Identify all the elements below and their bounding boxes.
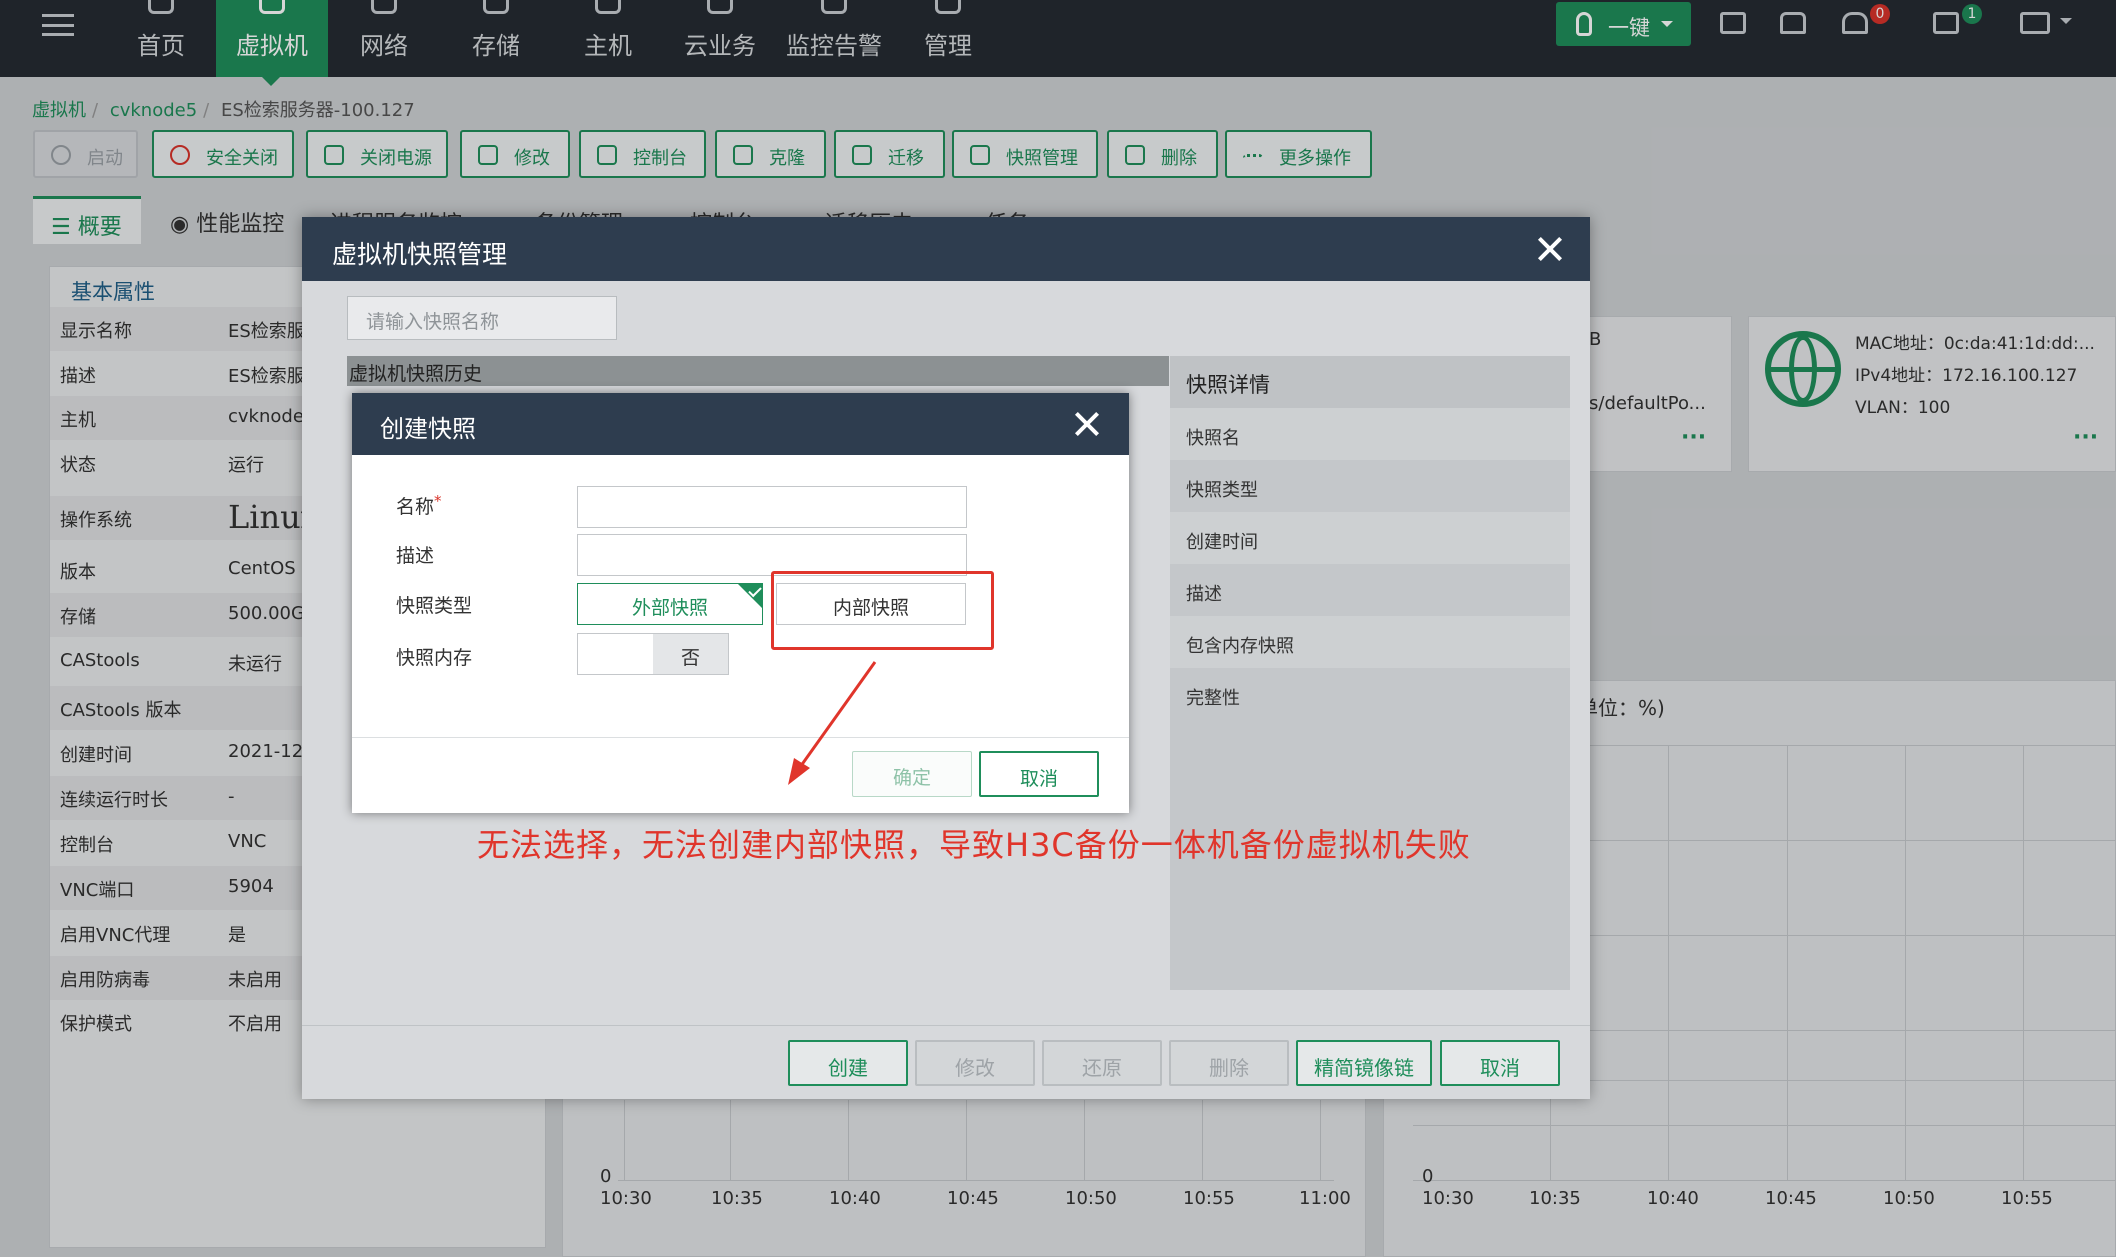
close-icon[interactable] [1538,237,1562,261]
dialog-header: 创建快照 [352,393,1129,455]
memory-toggle[interactable]: 否 [577,633,729,675]
divider [352,737,1129,738]
detail-row: 包含内存快照 [1170,616,1570,668]
detail-row: 快照类型 [1186,480,1258,501]
desc-input[interactable] [577,534,967,576]
annotation-arrow [788,661,877,785]
external-snapshot-option[interactable]: 外部快照 [577,583,763,625]
dialog-header: 虚拟机快照管理 [302,217,1590,281]
snapshot-detail-panel: 快照详情 快照名 快照类型 创建时间 描述 包含内存快照 完整性 [1170,356,1570,990]
check-icon [738,584,762,608]
dialog-title: 虚拟机快照管理 [332,240,508,269]
type-label: 快照类型 [396,595,473,617]
memory-label: 快照内存 [396,647,473,669]
simplify-chain-button[interactable]: 精简镜像链 [1296,1040,1432,1086]
delete-snapshot-button[interactable]: 删除 [1169,1040,1289,1086]
name-input[interactable] [577,486,967,528]
create-snapshot-dialog: 创建快照 名称* 描述 快照类型 外部快照 内部快照 快照内存 否 确定 取消 [352,393,1129,813]
snapshot-search-input[interactable]: 请输入快照名称 [347,296,617,340]
detail-row: 创建时间 [1170,512,1570,564]
memory-no-option[interactable]: 否 [653,634,728,674]
annotation-highlight-box [771,571,994,650]
cancel-button[interactable]: 取消 [979,751,1099,797]
dialog-title: 创建快照 [380,415,476,443]
dialog-cancel-button[interactable]: 取消 [1440,1040,1560,1086]
desc-label: 描述 [396,545,435,567]
edit-snapshot-button[interactable]: 修改 [915,1040,1035,1086]
snapshot-history-header: 虚拟机快照历史 [347,356,1169,386]
restore-button[interactable]: 还原 [1042,1040,1162,1086]
create-button[interactable]: 创建 [788,1040,908,1086]
detail-title: 快照详情 [1170,356,1570,408]
detail-row: 完整性 [1186,688,1240,709]
detail-row: 快照名 [1170,408,1570,460]
name-label: 名称* [396,492,442,518]
required-mark: * [434,492,442,510]
detail-row: 描述 [1186,584,1222,605]
annotation-text: 无法选择，无法创建内部快照，导致H3C备份一体机备份虚拟机失败 [477,826,1471,864]
close-icon[interactable] [1075,412,1099,436]
